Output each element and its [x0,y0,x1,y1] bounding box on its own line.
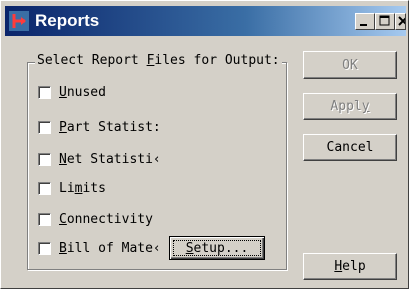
checkbox-part-statistics[interactable]: Part Statist: [38,118,161,136]
checkbox-box[interactable] [38,120,51,134]
apply-button[interactable]: Apply [303,93,397,120]
close-button[interactable] [395,13,406,30]
checkbox-label: Limits [59,180,106,196]
checkbox-label: Connectivity [59,211,153,227]
checkbox-unused[interactable]: Unused [38,83,106,101]
checkbox-limits[interactable]: Limits [38,179,106,197]
minimize-icon [360,24,367,26]
checkbox-connectivity[interactable]: Connectivity [38,210,153,228]
focus-rect [173,240,261,256]
checkbox-label: Unused [59,84,106,100]
reports-dialog: Reports Select Report Files for Output: … [0,0,409,289]
app-icon[interactable] [9,11,29,31]
checkbox-net-statistics[interactable]: Net Statisti‹ [38,150,161,168]
maximize-button[interactable] [375,13,395,30]
checkbox-box[interactable] [38,241,51,255]
checkbox-box[interactable] [38,85,51,99]
setup-button[interactable]: Setup... [169,236,265,260]
checkbox-label: Part Statist: [59,119,161,135]
help-button[interactable]: Help [303,253,397,280]
window-title: Reports [35,11,100,30]
title-bar[interactable]: Reports [5,6,406,36]
checkbox-bill-of-materials[interactable]: Bill of Mate‹ [38,239,161,257]
checkbox-label: Bill of Mate‹ [59,240,161,256]
close-icon [398,16,405,26]
ok-button[interactable]: OK [303,51,397,79]
checkbox-box[interactable] [38,152,51,166]
minimize-button[interactable] [355,13,375,30]
maximize-icon [379,15,390,26]
group-label: Select Report Files for Output: [35,53,282,68]
cancel-button[interactable]: Cancel [303,134,397,161]
checkbox-label: Net Statisti‹ [59,151,161,167]
checkbox-box[interactable] [38,181,51,195]
checkbox-box[interactable] [38,212,51,226]
